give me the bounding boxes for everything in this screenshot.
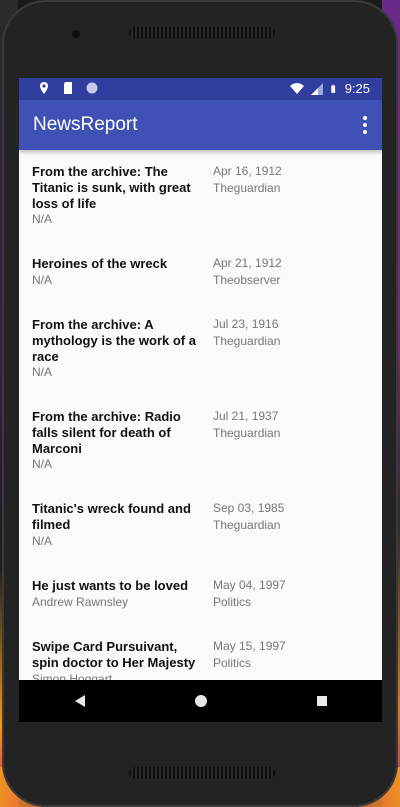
device-frame: 9:25 NewsReport From the archive: The Ti…	[2, 0, 398, 807]
article-author: N/A	[32, 273, 53, 287]
article-author: Andrew Rawnsley	[32, 595, 129, 609]
article-title: He just wants to be loved	[32, 578, 189, 593]
more-vert-icon[interactable]	[362, 116, 368, 134]
article-date: May 04, 1997	[213, 578, 286, 592]
article-source: Theguardian	[213, 334, 281, 348]
article-date: Apr 16, 1912	[213, 164, 282, 178]
screen: 9:25 NewsReport From the archive: The Ti…	[19, 78, 382, 722]
article-author: N/A	[32, 457, 53, 471]
article-title: Heroines of the wreck	[32, 256, 168, 271]
article-author: N/A	[32, 534, 53, 548]
circle-icon	[86, 82, 98, 94]
article-title: Swipe Card Pursuivant, spin doctor to He…	[32, 639, 196, 670]
status-time: 9:25	[344, 81, 370, 96]
back-button[interactable]	[60, 686, 100, 716]
recents-button[interactable]	[302, 686, 342, 716]
article-date: Sep 03, 1985	[213, 501, 285, 515]
article-author: N/A	[32, 365, 53, 379]
article-title: From the archive: Radio falls silent for…	[32, 409, 181, 456]
article-source: Theobserver	[213, 273, 281, 287]
bottom-speaker	[129, 767, 275, 779]
article-title: From the archive: The Titanic is sunk, w…	[32, 164, 191, 211]
article-author: Simon Hoggart	[32, 672, 113, 680]
earpiece	[129, 27, 275, 39]
status-bar: 9:25	[19, 78, 382, 100]
article-source: Theguardian	[213, 426, 281, 440]
wifi-icon	[289, 82, 304, 94]
front-camera	[72, 30, 80, 38]
article-source: Theguardian	[213, 181, 281, 195]
article-date: Apr 21, 1912	[213, 256, 282, 270]
home-icon	[194, 695, 207, 707]
article-source: Theguardian	[213, 518, 281, 532]
article-author: N/A	[32, 212, 53, 226]
sd-card-icon	[64, 82, 72, 94]
back-icon	[74, 695, 85, 707]
cell-signal-icon	[310, 82, 323, 95]
navigation-bar	[19, 680, 382, 722]
article-source: Politics	[213, 656, 252, 670]
article-title: Titanic's wreck found and filmed	[32, 501, 191, 532]
location-pin-icon	[40, 82, 48, 94]
article-list[interactable]: From the archive: The Titanic is sunk, w…	[19, 150, 382, 680]
home-button[interactable]	[181, 686, 221, 716]
article-title: From the archive: A mythology is the wor…	[32, 317, 196, 364]
battery-icon	[330, 84, 335, 93]
article-source: Politics	[213, 595, 252, 609]
app-bar: NewsReport	[19, 100, 382, 150]
article-date: Jul 23, 1916	[213, 317, 279, 331]
recents-icon	[316, 696, 327, 706]
article-date: May 15, 1997	[213, 639, 286, 653]
article-date: Jul 21, 1937	[213, 409, 279, 423]
app-title: NewsReport	[33, 114, 138, 135]
